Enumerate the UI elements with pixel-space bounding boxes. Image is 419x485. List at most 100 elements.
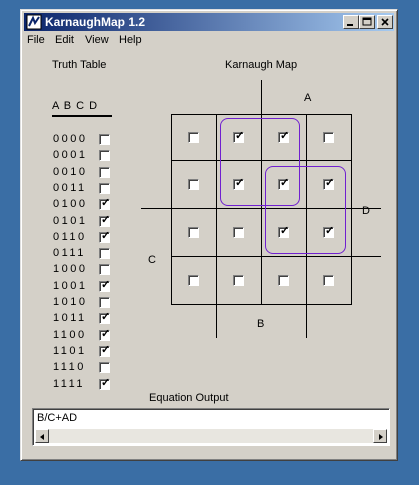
- minimize-button[interactable]: [343, 15, 359, 29]
- check-icon: ✓: [101, 376, 111, 389]
- menu-bar: File Edit View Help: [24, 32, 394, 50]
- kmap-line: [171, 114, 172, 305]
- kmap-cell-checkbox[interactable]: [188, 227, 199, 238]
- truth-table-header-rule: [52, 115, 112, 117]
- truth-table-header: A B C D: [52, 100, 99, 112]
- truth-table-row: 1010: [53, 295, 113, 311]
- truth-table-bits: 1001: [53, 279, 88, 292]
- truth-table-row: 1111 ✓: [53, 377, 113, 393]
- kmap-title: Karnaugh Map: [225, 59, 298, 71]
- truth-table-checkbox[interactable]: ✓: [99, 311, 111, 325]
- truth-table-checkbox[interactable]: ✓: [99, 213, 111, 227]
- scroll-right-button[interactable]: [373, 429, 387, 443]
- arrow-right-icon: [379, 434, 383, 440]
- kmap-line: [216, 114, 217, 338]
- truth-table-checkbox[interactable]: ✓: [99, 229, 111, 243]
- kmap-cell-checkbox[interactable]: [323, 132, 334, 143]
- truth-table-checkbox[interactable]: [99, 248, 110, 260]
- check-icon: ✓: [101, 213, 111, 226]
- truth-table-bits: 0101: [53, 214, 88, 227]
- arrow-left-icon: [40, 434, 44, 440]
- truth-table-row: 0011: [53, 181, 113, 197]
- truth-table-checkbox[interactable]: [99, 362, 110, 374]
- app-window: KarnaughMap 1.2 File Edit View Help Trut…: [20, 9, 398, 461]
- truth-table-bits: 0110: [53, 230, 87, 243]
- truth-table-bits: 0011: [53, 181, 87, 194]
- kmap-cell-checkbox[interactable]: [188, 132, 199, 143]
- truth-table-checkbox[interactable]: [99, 134, 110, 145]
- menu-view[interactable]: View: [85, 34, 109, 46]
- kmap-cell-checkbox[interactable]: [323, 275, 334, 286]
- equation-output-title: Equation Output: [149, 392, 229, 404]
- truth-table-checkbox[interactable]: ✓: [99, 376, 111, 390]
- truth-table-bits: 1110: [53, 361, 86, 374]
- check-icon: ✓: [101, 197, 111, 210]
- truth-table-checkbox[interactable]: [99, 166, 110, 178]
- truth-table-row: 0101 ✓: [53, 214, 113, 230]
- kmap-label-c: C: [148, 254, 156, 266]
- check-icon: ✓: [101, 327, 111, 340]
- kmap-cell-checkbox[interactable]: [188, 275, 199, 286]
- app-icon: [26, 14, 42, 30]
- truth-table-bits: 0111: [53, 247, 86, 260]
- truth-table-bits: 0000: [53, 133, 88, 145]
- truth-table-bits: 0010: [53, 165, 88, 178]
- truth-table-row: 0010: [53, 165, 113, 181]
- minimize-icon: [347, 24, 353, 26]
- truth-table-bits: 1000: [53, 263, 88, 276]
- scroll-left-button[interactable]: [35, 429, 49, 443]
- equation-output-field[interactable]: B/C+AD: [32, 408, 390, 446]
- truth-table-row: 0111: [53, 246, 113, 262]
- truth-table-checkbox[interactable]: [99, 297, 110, 308]
- close-button[interactable]: [377, 15, 393, 29]
- truth-table-bits: 1011: [53, 312, 87, 325]
- truth-table-row: 1001 ✓: [53, 279, 113, 295]
- kmap-label-b: B: [257, 318, 265, 330]
- maximize-icon: [362, 17, 372, 26]
- kmap-cell-checkbox[interactable]: [233, 275, 244, 286]
- check-icon: ✓: [101, 311, 111, 324]
- maximize-button[interactable]: [359, 15, 375, 29]
- kmap-cell-checkbox[interactable]: [278, 275, 289, 286]
- truth-table-title: Truth Table: [52, 59, 107, 71]
- truth-table-checkbox[interactable]: [99, 182, 110, 194]
- truth-table-row: 0001: [53, 148, 113, 164]
- truth-table-checkbox[interactable]: ✓: [99, 327, 111, 341]
- truth-table-row: 1100 ✓: [53, 328, 113, 344]
- truth-table-row: 0100 ✓: [53, 197, 113, 213]
- menu-help[interactable]: Help: [119, 34, 142, 46]
- truth-table-bits: 1111: [53, 377, 86, 390]
- truth-table-checkbox[interactable]: ✓: [99, 197, 111, 211]
- truth-table-bits: 0001: [53, 149, 88, 162]
- truth-table-bits: 0100: [53, 198, 88, 211]
- check-icon: ✓: [101, 343, 111, 356]
- menu-edit[interactable]: Edit: [55, 34, 74, 46]
- check-icon: ✓: [101, 229, 111, 242]
- title-bar[interactable]: KarnaughMap 1.2: [24, 13, 394, 31]
- truth-table-bits: 1010: [53, 296, 88, 308]
- check-icon: ✓: [101, 278, 111, 291]
- kmap-cell-checkbox[interactable]: [233, 227, 244, 238]
- truth-table-bits: 1100: [53, 328, 87, 341]
- truth-table-row: 0110 ✓: [53, 230, 113, 246]
- truth-table-checkbox[interactable]: ✓: [99, 278, 111, 292]
- truth-table-row: 1000: [53, 262, 113, 278]
- window-title: KarnaughMap 1.2: [45, 15, 146, 29]
- truth-table-checkbox[interactable]: ✓: [99, 343, 111, 357]
- truth-table-row: 1110: [53, 360, 113, 376]
- kmap-label-d: D: [362, 205, 370, 217]
- kmap-line: [171, 256, 381, 257]
- kmap-line: [351, 114, 352, 305]
- kmap-label-a: A: [304, 92, 312, 104]
- equation-output-value: B/C+AD: [37, 412, 78, 424]
- truth-table-bits: 1101: [53, 344, 87, 357]
- truth-table-checkbox[interactable]: [99, 150, 110, 162]
- truth-table-row: 1101 ✓: [53, 344, 113, 360]
- kmap-cell-checkbox[interactable]: [188, 179, 199, 190]
- truth-table-checkbox[interactable]: [99, 264, 110, 276]
- truth-table-row: 1011 ✓: [53, 311, 113, 327]
- truth-table-row: 0000: [53, 132, 113, 148]
- horizontal-scrollbar[interactable]: [35, 429, 387, 443]
- close-icon: [381, 18, 389, 26]
- menu-file[interactable]: File: [27, 34, 45, 46]
